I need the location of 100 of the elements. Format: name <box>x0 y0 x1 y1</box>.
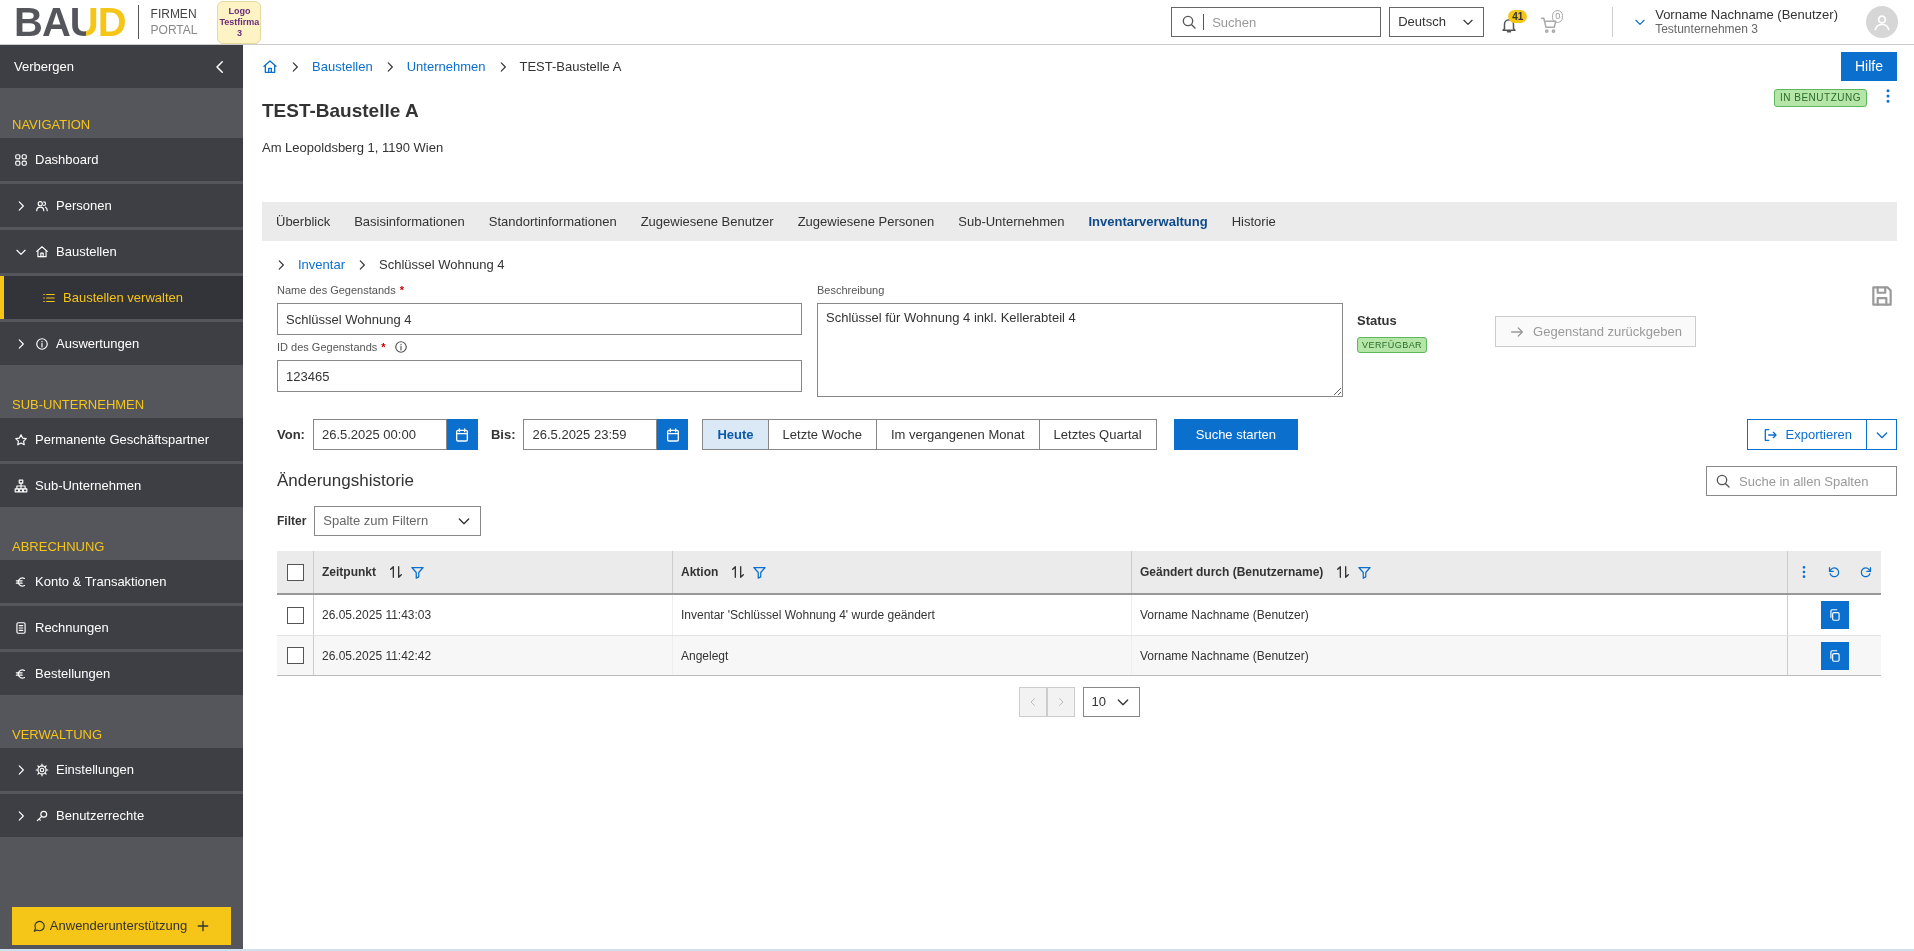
support-button[interactable]: Anwenderunterstützung <box>12 907 231 945</box>
calendar-button[interactable] <box>446 419 478 450</box>
field-label: ID des Gegenstands <box>277 339 378 355</box>
filter-select[interactable]: Spalte zum Filtern <box>314 506 482 536</box>
notification-badge: 41 <box>1508 10 1528 23</box>
checkbox[interactable] <box>286 606 304 624</box>
copy-icon <box>1827 608 1842 622</box>
filter-icon[interactable] <box>1357 564 1373 580</box>
checkbox[interactable] <box>286 563 304 581</box>
tab[interactable]: Inventarverwaltung <box>1088 202 1208 241</box>
breadcrumb-link[interactable]: Baustellen <box>312 56 373 77</box>
filter-icon[interactable] <box>410 564 425 580</box>
column-header[interactable]: Geändert durch (Benutzername) <box>1140 563 1324 581</box>
column-header[interactable]: Aktion <box>681 563 719 581</box>
nav-item[interactable]: Permanente Geschäftspartner <box>0 418 243 461</box>
search-button[interactable]: Suche starten <box>1173 419 1298 450</box>
required-mark: * <box>399 282 404 298</box>
field-label: Beschreibung <box>817 282 885 298</box>
chat-icon <box>31 919 46 933</box>
settings-icon <box>35 762 49 777</box>
copy-icon <box>1827 648 1842 663</box>
section-title: NAVIGATION <box>11 115 92 134</box>
search-icon <box>1715 473 1731 489</box>
euro-icon <box>14 666 28 681</box>
sort-icon[interactable] <box>388 564 404 580</box>
redo-icon[interactable] <box>1858 564 1874 580</box>
table-cell-text: 26.05.2025 11:42:42 <box>322 647 432 665</box>
star-icon <box>14 432 28 447</box>
nav-item[interactable]: Einstellungen <box>0 748 243 791</box>
to-date-field[interactable]: 26.5.2025 23:59 <box>523 419 658 450</box>
sort-icon[interactable] <box>1335 564 1352 580</box>
company-logo: Logo Testfirma 3 <box>217 0 262 44</box>
checkbox[interactable] <box>286 647 304 664</box>
status-badge: IN BENUTZUNG <box>1774 89 1867 107</box>
table-search-field[interactable]: Suche in allen Spalten <box>1706 466 1897 496</box>
portal-title: FIRMEN <box>150 6 198 22</box>
org-chart-icon <box>14 478 28 493</box>
section-title: SUB-UNTERNEHMEN <box>11 395 146 414</box>
range-option[interactable]: Heute <box>703 420 768 449</box>
nav-item[interactable]: Baustellen verwalten <box>0 276 243 319</box>
date-label: Bis: <box>490 425 516 444</box>
name-field[interactable]: Schlüssel Wohnung 4 <box>277 303 802 335</box>
hide-sidebar-button[interactable]: Verbergen <box>0 45 243 88</box>
user-name: Vorname Nachname (Benutzer) <box>1655 7 1838 22</box>
copy-button[interactable] <box>1820 601 1849 629</box>
page-title: TEST-Baustelle A <box>262 99 419 123</box>
nav-item[interactable]: Baustellen <box>0 230 243 273</box>
breadcrumb-link[interactable]: Unternehmen <box>406 56 486 77</box>
copy-button[interactable] <box>1820 641 1849 670</box>
save-icon[interactable] <box>1869 283 1895 309</box>
tab[interactable]: Zugewiesene Benutzer <box>640 202 774 241</box>
tab[interactable]: Zugewiesene Personen <box>797 202 935 241</box>
info-icon <box>35 336 49 351</box>
search-field[interactable]: Suchen <box>1171 7 1382 37</box>
status-label: Status <box>1357 312 1398 330</box>
tab[interactable]: Basisinformationen <box>354 202 465 241</box>
required-mark: * <box>381 339 386 355</box>
section-title: Änderungshistorie <box>277 470 415 493</box>
calendar-icon <box>454 426 471 443</box>
people-icon <box>35 198 49 213</box>
breadcrumb-link[interactable]: Inventar <box>298 255 345 275</box>
table-cell-text: Vorname Nachname (Benutzer) <box>1140 647 1309 665</box>
sort-icon[interactable] <box>730 564 747 580</box>
nav-item[interactable]: Dashboard <box>0 138 243 181</box>
table-cell-text: Inventar 'Schlüssel Wohnung 4' wurde geändert <box>681 607 935 624</box>
info-icon[interactable] <box>393 340 408 354</box>
export-button[interactable]: Exportieren <box>1746 419 1867 450</box>
search-icon <box>1181 14 1198 30</box>
page-size-select[interactable]: 10 <box>1082 687 1140 717</box>
filter-label: Filter <box>277 513 307 530</box>
tab[interactable]: Überblick <box>276 202 331 241</box>
table-cell-text: Angelegt <box>681 647 729 665</box>
help-button[interactable]: Hilfe <box>1841 52 1897 81</box>
nav-item[interactable]: Sub-Unternehmen <box>0 464 243 507</box>
nav-item[interactable]: Benutzerrechte <box>0 794 243 837</box>
portal-subtitle: PORTAL <box>150 22 198 38</box>
tab[interactable]: Historie <box>1231 202 1276 241</box>
nav-item[interactable]: Auswertungen <box>0 322 243 365</box>
user-company: Testunternehmen 3 <box>1655 22 1759 37</box>
tab[interactable]: Sub-Unternehmen <box>958 202 1065 241</box>
description-field[interactable]: Schlüssel für Wohnung 4 inkl. Kellerabteil 4 <box>817 303 1343 397</box>
calendar-button[interactable] <box>657 419 689 450</box>
section-title: ABRECHNUNG <box>11 537 106 556</box>
site-address: Am Leopoldsberg 1, 1190 Wien <box>262 138 445 157</box>
language-select[interactable]: Deutsch <box>1389 7 1485 37</box>
calendar-icon <box>665 426 681 443</box>
field-label: Name des Gegenstands <box>277 282 396 298</box>
home-icon[interactable] <box>262 58 278 75</box>
from-date-field[interactable]: 26.5.2025 00:00 <box>312 419 447 450</box>
breadcrumb-current: TEST-Baustelle A <box>519 57 622 76</box>
nav-item[interactable]: Konto & Transaktionen <box>0 560 243 603</box>
nav-item[interactable]: Bestellungen <box>0 652 243 695</box>
nav-item[interactable]: Rechnungen <box>0 606 243 649</box>
column-header[interactable]: Zeitpunkt <box>322 563 376 581</box>
filter-icon[interactable] <box>752 564 768 580</box>
export-menu-button[interactable] <box>1867 419 1897 450</box>
tab[interactable]: Standortinformationen <box>488 202 617 241</box>
document-icon <box>14 620 28 635</box>
nav-item[interactable]: Personen <box>0 184 243 227</box>
id-field[interactable]: 123465 <box>277 360 802 392</box>
